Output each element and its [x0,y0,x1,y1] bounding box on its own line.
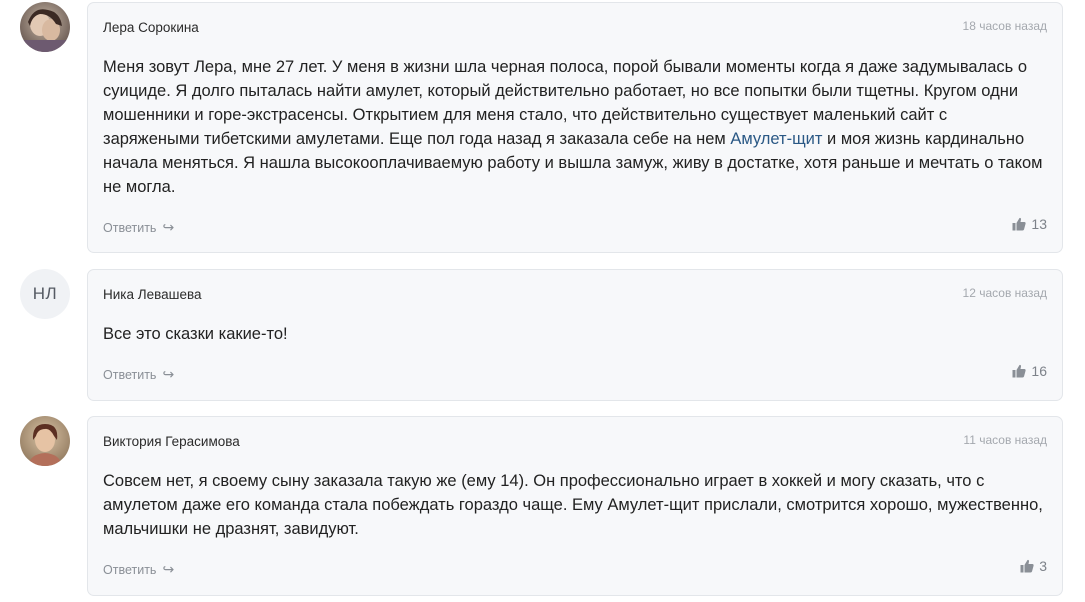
comment-time: 18 часов назад [962,19,1047,33]
reply-button[interactable]: Ответить ↪ [103,366,174,383]
comment-text: Все это сказки какие-то! [103,325,288,343]
like-count: 13 [1031,216,1047,232]
reply-label: Ответить [103,220,157,235]
avatar-photo [20,2,70,52]
amulet-link[interactable]: Амулет-щит [730,130,822,148]
thumbs-up-icon [1012,364,1027,378]
reply-button[interactable]: Ответить ↪ [103,561,174,578]
reply-arrow-icon: ↪ [162,366,175,382]
reply-label: Ответить [103,562,157,577]
comment-author[interactable]: Ника Левашева [103,287,202,302]
comment-card: Ника Левашева 12 часов назад Все это ска… [87,269,1063,401]
reply-button[interactable]: Ответить ↪ [103,219,174,236]
comment-author[interactable]: Лера Сорокина [103,20,199,35]
comment-card: Лера Сорокина 18 часов назад Меня зовут … [87,2,1063,253]
like-count: 16 [1031,363,1047,379]
comment-text: Совсем нет, я своему сыну заказала такую… [103,472,1043,538]
comment-card: Виктория Герасимова 11 часов назад Совсе… [87,416,1063,596]
avatar[interactable] [20,416,70,466]
reply-arrow-icon: ↪ [162,561,175,577]
reply-arrow-icon: ↪ [162,219,175,235]
thumbs-up-icon [1012,217,1027,231]
reply-label: Ответить [103,367,157,382]
like-count: 3 [1039,558,1047,574]
like-button[interactable]: 13 [1012,216,1047,232]
thumbs-up-icon [1020,559,1034,573]
comment-time: 11 часов назад [963,433,1047,447]
avatar[interactable]: НЛ [20,269,70,319]
avatar-photo [20,416,70,466]
like-button[interactable]: 16 [1012,363,1047,379]
comment-time: 12 часов назад [962,286,1047,300]
comment-text: Меня зовут Лера, мне 27 лет. У меня в жи… [103,55,1044,199]
avatar[interactable] [20,2,70,52]
like-button[interactable]: 3 [1020,558,1047,574]
comment-author[interactable]: Виктория Герасимова [103,434,240,449]
avatar-initials: НЛ [32,284,58,303]
